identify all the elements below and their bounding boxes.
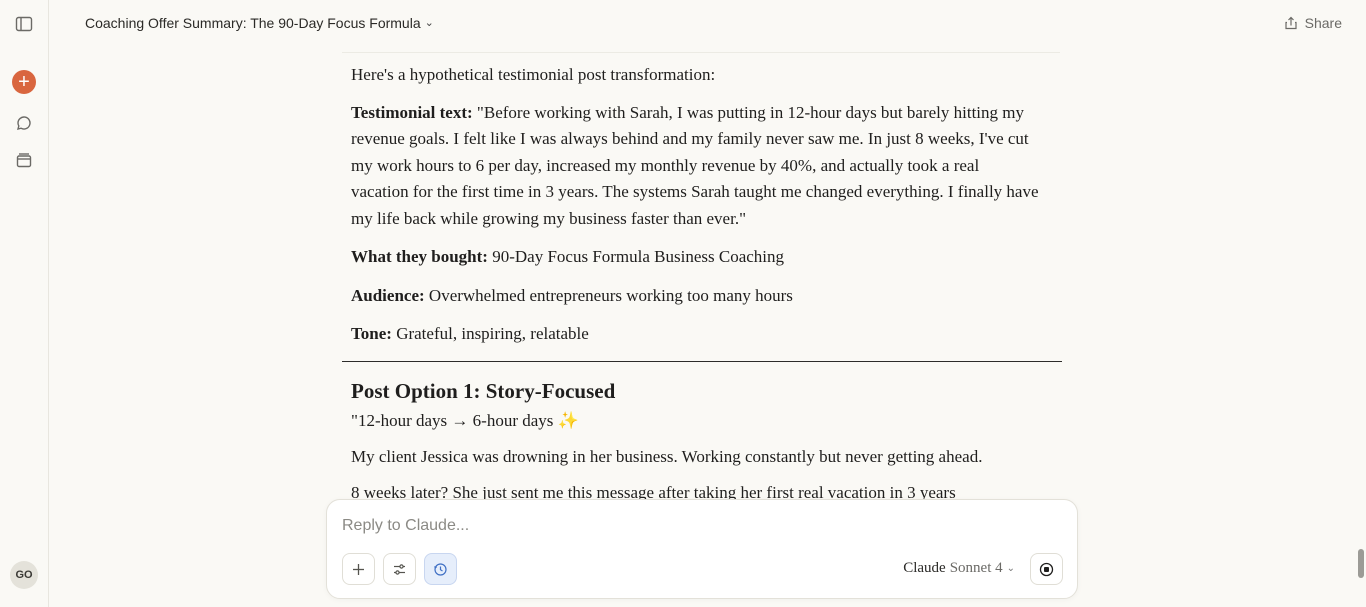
composer: Claude Sonnet 4 ⌄ [326,499,1078,599]
search-chats-icon[interactable] [12,111,36,135]
post-line-1: "12-hour days → 6-hour days ✨ [351,408,1051,434]
bought-value: 90-Day Focus Formula Business Coaching [487,247,785,266]
testimonial-label: Testimonial text: [351,102,473,122]
conversation-title-text: Coaching Offer Summary: The 90-Day Focus… [85,15,421,31]
projects-icon[interactable] [12,148,36,172]
chevron-down-icon: ⌄ [424,16,434,29]
audience-label: Audience: [351,285,425,305]
divider [342,52,1060,53]
left-rail: + GO [0,0,49,607]
intro-text: Here's a hypothetical testimonial post t… [351,65,716,84]
assistant-message: Here's a hypothetical testimonial post t… [351,62,1041,360]
audience-paragraph: Audience: Overwhelmed entrepreneurs work… [351,283,1041,310]
extended-thinking-button[interactable] [424,553,457,585]
record-icon [1039,562,1054,576]
plus-icon [353,563,364,575]
post-option-section: Post Option 1: Story-Focused "12-hour da… [351,376,1051,516]
sliders-icon [394,563,405,575]
model-selector[interactable]: Claude Sonnet 4 ⌄ [903,560,1015,577]
sparkle-icon: ✨ [557,411,579,430]
clock-icon [434,562,447,576]
bought-label: What they bought: [351,247,488,266]
share-icon [1285,16,1297,30]
voice-record-button[interactable] [1030,553,1063,585]
conversation-title[interactable]: Coaching Offer Summary: The 90-Day Focus… [85,15,434,31]
tools-button[interactable] [383,553,416,585]
audience-value: Overwhelmed entrepreneurs working too ma… [424,285,793,305]
reply-input[interactable] [342,517,1042,535]
share-label: Share [1304,15,1342,31]
section-divider [342,361,1062,362]
user-avatar[interactable]: GO [10,561,38,589]
tone-paragraph: Tone: Grateful, inspiring, relatable [351,321,1041,348]
tone-value: Grateful, inspiring, relatable [391,324,589,343]
bought-paragraph: What they bought: 90-Day Focus Formula B… [351,244,1041,271]
share-button[interactable]: Share [1284,15,1342,31]
testimonial-paragraph: Testimonial text: "Before working with S… [351,100,1041,233]
new-chat-button[interactable]: + [12,70,36,94]
tone-label: Tone: [351,324,392,343]
model-version: Sonnet 4 [949,560,1003,576]
model-name: Claude [903,560,946,576]
sidebar-toggle-icon[interactable] [12,12,36,36]
scrollbar-thumb[interactable] [1358,549,1364,578]
post-heading: Post Option 1: Story-Focused [351,379,616,403]
post-line-1-text: "12-hour days → 6-hour days [351,411,558,430]
add-attachment-button[interactable] [342,553,375,585]
post-line-2: My client Jessica was drowning in her bu… [351,447,983,466]
chevron-down-icon: ⌄ [1006,563,1015,574]
header: Coaching Offer Summary: The 90-Day Focus… [49,0,1366,48]
